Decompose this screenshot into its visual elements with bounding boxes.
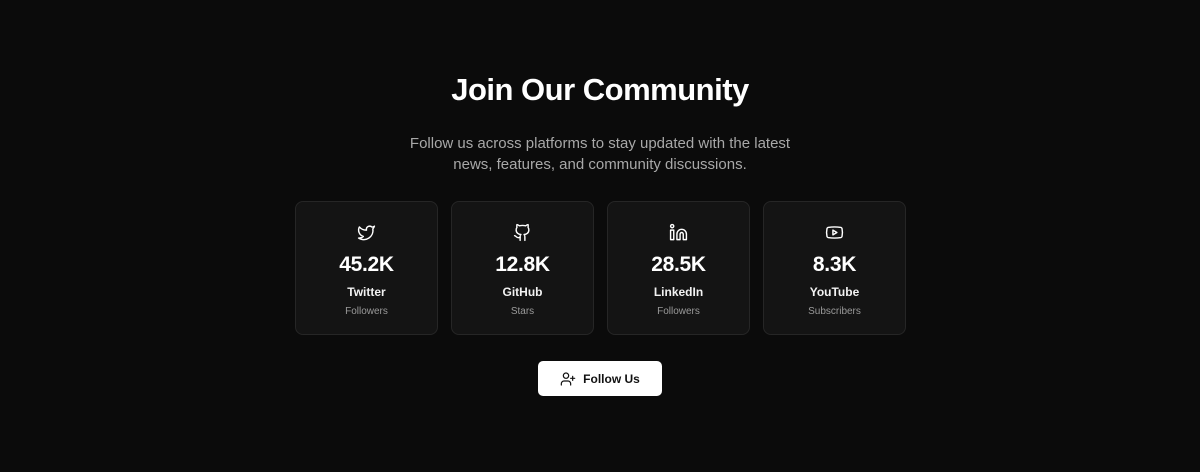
linkedin-icon xyxy=(669,222,689,242)
stat-count: 45.2K xyxy=(339,253,394,276)
stat-metric: Followers xyxy=(345,306,388,317)
user-plus-icon xyxy=(560,371,576,387)
stat-count: 12.8K xyxy=(495,253,550,276)
page-title: Join Our Community xyxy=(451,72,749,107)
twitter-icon xyxy=(357,222,377,242)
community-section: Join Our Community Follow us across plat… xyxy=(0,0,1200,472)
follow-us-button[interactable]: Follow Us xyxy=(538,361,662,396)
follow-us-label: Follow Us xyxy=(583,371,640,386)
stat-count: 8.3K xyxy=(812,253,857,276)
stats-cards: 45.2K Twitter Followers 12.8K GitHub Sta… xyxy=(295,201,906,335)
stat-card-linkedin[interactable]: 28.5K LinkedIn Followers xyxy=(607,201,750,335)
stat-metric: Stars xyxy=(510,306,535,317)
stat-count: 28.5K xyxy=(651,253,706,276)
page-subtitle: Follow us across platforms to stay updat… xyxy=(409,135,791,173)
stat-card-twitter[interactable]: 45.2K Twitter Followers xyxy=(295,201,438,335)
stat-card-github[interactable]: 12.8K GitHub Stars xyxy=(451,201,594,335)
github-icon xyxy=(513,222,533,242)
stat-platform: LinkedIn xyxy=(653,285,704,299)
stat-platform: Twitter xyxy=(347,285,386,299)
stat-metric: Subscribers xyxy=(808,306,861,317)
stat-platform: YouTube xyxy=(809,285,860,299)
stat-card-youtube[interactable]: 8.3K YouTube Subscribers xyxy=(763,201,906,335)
stat-platform: GitHub xyxy=(502,285,543,299)
youtube-icon xyxy=(825,222,845,242)
stat-metric: Followers xyxy=(657,306,700,317)
